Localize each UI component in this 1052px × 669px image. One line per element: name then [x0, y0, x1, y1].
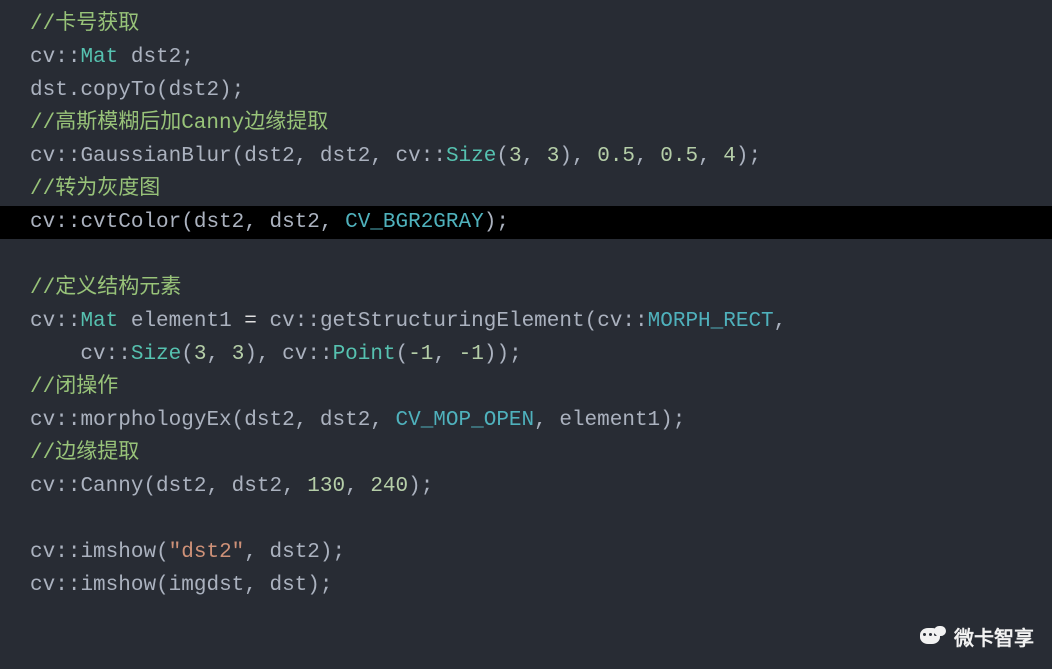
code-line: cv::cvtColor(dst2, dst2, CV_BGR2GRAY);	[30, 206, 1052, 239]
code-line: //闭操作	[30, 371, 1052, 404]
code-line-blank	[30, 503, 1052, 536]
code-line: cv::imshow("dst2", dst2);	[30, 536, 1052, 569]
code-line: cv::morphologyEx(dst2, dst2, CV_MOP_OPEN…	[30, 404, 1052, 437]
comment-text: //定义结构元素	[30, 277, 181, 300]
watermark: 微卡智享	[920, 622, 1034, 651]
code-line: cv::Mat element1 = cv::getStructuringEle…	[30, 305, 1052, 338]
code-line: cv::GaussianBlur(dst2, dst2, cv::Size(3,…	[30, 140, 1052, 173]
code-line: //转为灰度图	[30, 173, 1052, 206]
comment-text: //卡号获取	[30, 13, 139, 36]
code-line-blank	[30, 239, 1052, 272]
comment-text: //高斯模糊后加Canny边缘提取	[30, 112, 328, 135]
comment-text: //闭操作	[30, 376, 118, 399]
code-line: cv::Mat dst2;	[30, 41, 1052, 74]
watermark-text: 微卡智享	[954, 622, 1034, 651]
code-line: cv::imshow(imgdst, dst);	[30, 569, 1052, 602]
code-line: dst.copyTo(dst2);	[30, 74, 1052, 107]
code-line: //高斯模糊后加Canny边缘提取	[30, 107, 1052, 140]
code-line: //定义结构元素	[30, 272, 1052, 305]
code-editor: //卡号获取 cv::Mat dst2; dst.copyTo(dst2); /…	[0, 0, 1052, 669]
code-line: //边缘提取	[30, 437, 1052, 470]
code-line: cv::Canny(dst2, dst2, 130, 240);	[30, 470, 1052, 503]
code-line: //卡号获取	[30, 8, 1052, 41]
code-line: cv::Size(3, 3), cv::Point(-1, -1));	[30, 338, 1052, 371]
comment-text: //转为灰度图	[30, 178, 160, 201]
comment-text: //边缘提取	[30, 442, 139, 465]
wechat-icon	[920, 626, 946, 648]
